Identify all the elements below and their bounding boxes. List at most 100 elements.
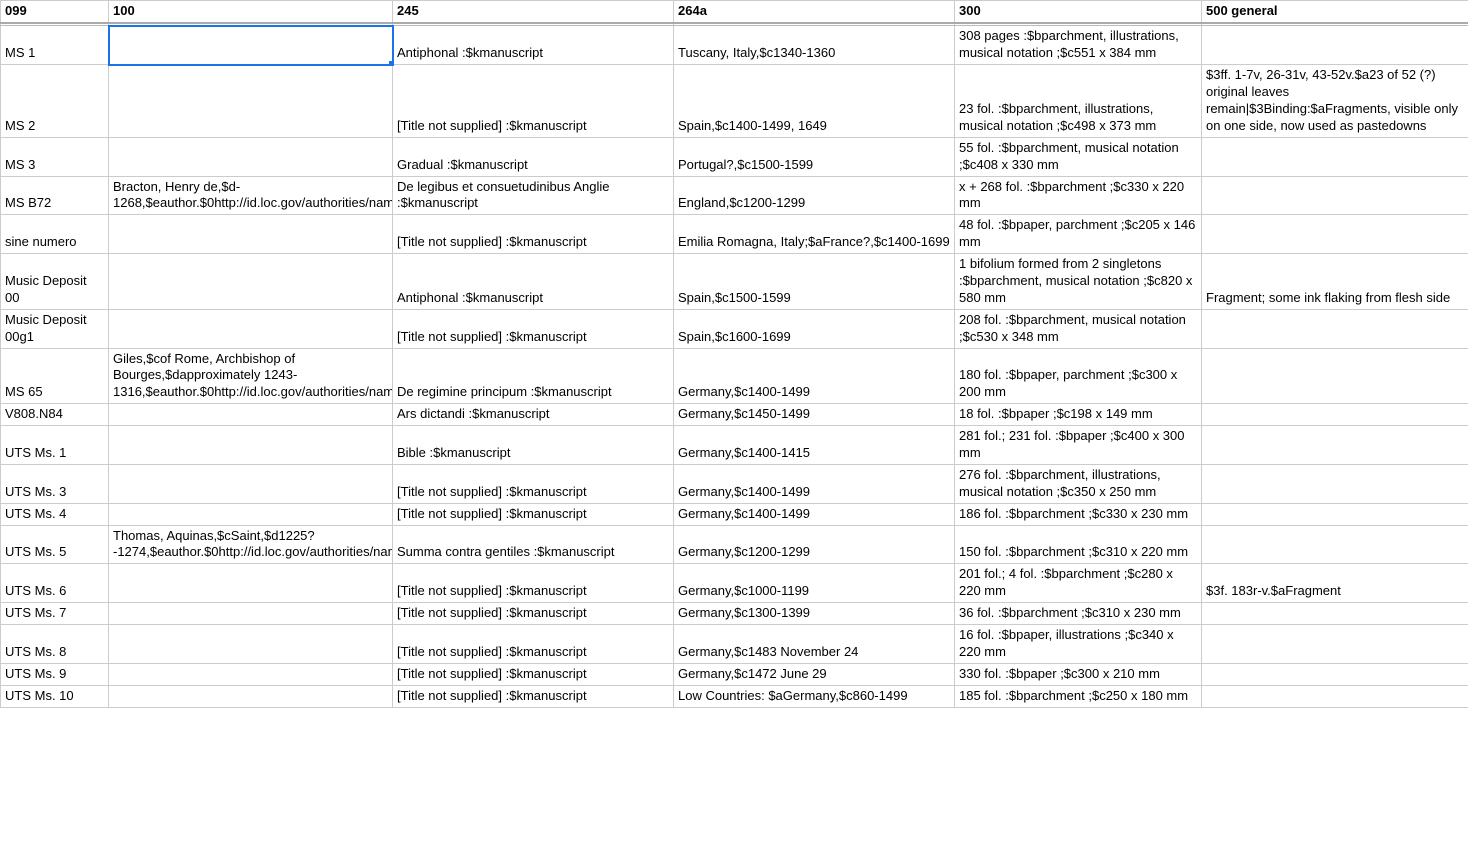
cell[interactable]: Germany,$c1300-1399 <box>674 603 955 625</box>
cell[interactable] <box>1202 215 1468 254</box>
col-header-264a[interactable]: 264a <box>674 1 955 23</box>
cell[interactable]: V808.N84 <box>1 404 109 426</box>
cell[interactable]: UTS Ms. 4 <box>1 503 109 525</box>
cell[interactable]: UTS Ms. 9 <box>1 663 109 685</box>
cell[interactable]: MS 2 <box>1 65 109 138</box>
cell[interactable] <box>1202 404 1468 426</box>
cell[interactable]: Summa contra gentiles :$kmanuscript <box>393 525 674 564</box>
cell[interactable]: $3f. 183r-v.$aFragment <box>1202 564 1468 603</box>
cell[interactable]: Spain,$c1400-1499, 1649 <box>674 65 955 138</box>
spreadsheet-viewport[interactable]: 099 100 245 264a 300 500 general MS 1 Ant… <box>0 0 1468 853</box>
cell[interactable] <box>1202 625 1468 664</box>
col-header-245[interactable]: 245 <box>393 1 674 23</box>
cell[interactable] <box>1202 309 1468 348</box>
cell[interactable]: Germany,$c1200-1299 <box>674 525 955 564</box>
cell[interactable] <box>1202 464 1468 503</box>
cell[interactable]: MS 65 <box>1 348 109 404</box>
cell[interactable]: Music Deposit 00 <box>1 254 109 310</box>
cell[interactable]: Giles,$cof Rome, Archbishop of Bourges,$… <box>109 348 393 404</box>
cell[interactable]: [Title not supplied] :$kmanuscript <box>393 309 674 348</box>
cell[interactable]: De legibus et consuetudinibus Anglie :$k… <box>393 176 674 215</box>
cell[interactable]: 276 fol. :$bparchment, illustrations, mu… <box>955 464 1202 503</box>
cell[interactable]: Spain,$c1600-1699 <box>674 309 955 348</box>
cell[interactable] <box>109 663 393 685</box>
cell[interactable]: England,$c1200-1299 <box>674 176 955 215</box>
cell[interactable] <box>109 625 393 664</box>
cell[interactable]: Antiphonal :$kmanuscript <box>393 26 674 65</box>
cell[interactable]: 1 bifolium formed from 2 singletons :$bp… <box>955 254 1202 310</box>
cell[interactable]: Germany,$c1400-1499 <box>674 464 955 503</box>
cell[interactable]: Tuscany, Italy,$c1340-1360 <box>674 26 955 65</box>
cell[interactable]: $3ff. 1-7v, 26-31v, 43-52v.$a23 of 52 (?… <box>1202 65 1468 138</box>
cell[interactable]: sine numero <box>1 215 109 254</box>
cell[interactable]: 201 fol.; 4 fol. :$bparchment ;$c280 x 2… <box>955 564 1202 603</box>
cell[interactable]: Ars dictandi :$kmanuscript <box>393 404 674 426</box>
cell[interactable]: UTS Ms. 8 <box>1 625 109 664</box>
cell[interactable] <box>1202 348 1468 404</box>
cell[interactable]: 48 fol. :$bpaper, parchment ;$c205 x 146… <box>955 215 1202 254</box>
cell[interactable]: Bible :$kmanuscript <box>393 426 674 465</box>
cell[interactable] <box>109 309 393 348</box>
cell[interactable] <box>109 464 393 503</box>
cell[interactable]: 185 fol. :$bparchment ;$c250 x 180 mm <box>955 685 1202 707</box>
cell[interactable]: [Title not supplied] :$kmanuscript <box>393 564 674 603</box>
cell[interactable]: [Title not supplied] :$kmanuscript <box>393 603 674 625</box>
cell[interactable] <box>109 65 393 138</box>
cell[interactable]: 23 fol. :$bparchment, illustrations, mus… <box>955 65 1202 138</box>
cell[interactable] <box>1202 26 1468 65</box>
cell[interactable] <box>109 254 393 310</box>
cell[interactable]: 308 pages :$bparchment, illustrations, m… <box>955 26 1202 65</box>
cell[interactable]: [Title not supplied] :$kmanuscript <box>393 464 674 503</box>
cell[interactable] <box>109 26 393 65</box>
cell[interactable]: De regimine principum :$kmanuscript <box>393 348 674 404</box>
cell[interactable] <box>1202 603 1468 625</box>
cell[interactable]: x + 268 fol. :$bparchment ;$c330 x 220 m… <box>955 176 1202 215</box>
cell[interactable]: [Title not supplied] :$kmanuscript <box>393 663 674 685</box>
cell[interactable]: Germany,$c1000-1199 <box>674 564 955 603</box>
cell[interactable]: UTS Ms. 5 <box>1 525 109 564</box>
cell[interactable] <box>1202 137 1468 176</box>
cell[interactable]: Germany,$c1400-1415 <box>674 426 955 465</box>
cell[interactable]: Germany,$c1472 June 29 <box>674 663 955 685</box>
cell[interactable]: UTS Ms. 10 <box>1 685 109 707</box>
cell[interactable]: 186 fol. :$bparchment ;$c330 x 230 mm <box>955 503 1202 525</box>
col-header-500[interactable]: 500 general <box>1202 1 1468 23</box>
cell[interactable]: 36 fol. :$bparchment ;$c310 x 230 mm <box>955 603 1202 625</box>
cell[interactable]: Portugal?,$c1500-1599 <box>674 137 955 176</box>
cell[interactable]: 330 fol. :$bpaper ;$c300 x 210 mm <box>955 663 1202 685</box>
cell[interactable]: UTS Ms. 7 <box>1 603 109 625</box>
cell[interactable] <box>1202 176 1468 215</box>
col-header-300[interactable]: 300 <box>955 1 1202 23</box>
cell[interactable]: Music Deposit 00g1 <box>1 309 109 348</box>
cell[interactable]: UTS Ms. 6 <box>1 564 109 603</box>
cell[interactable]: Fragment; some ink flaking from flesh si… <box>1202 254 1468 310</box>
cell[interactable]: Germany,$c1400-1499 <box>674 503 955 525</box>
cell[interactable]: Low Countries: $aGermany,$c860-1499 <box>674 685 955 707</box>
cell[interactable]: [Title not supplied] :$kmanuscript <box>393 65 674 138</box>
cell[interactable]: Antiphonal :$kmanuscript <box>393 254 674 310</box>
cell[interactable]: [Title not supplied] :$kmanuscript <box>393 215 674 254</box>
col-header-100[interactable]: 100 <box>109 1 393 23</box>
cell[interactable] <box>109 603 393 625</box>
col-header-099[interactable]: 099 <box>1 1 109 23</box>
cell[interactable]: 150 fol. :$bparchment ;$c310 x 220 mm <box>955 525 1202 564</box>
cell[interactable]: Bracton, Henry de,$d-1268,$eauthor.$0htt… <box>109 176 393 215</box>
cell[interactable]: Thomas, Aquinas,$cSaint,$d1225?-1274,$ea… <box>109 525 393 564</box>
cell[interactable] <box>1202 685 1468 707</box>
cell[interactable]: Germany,$c1483 November 24 <box>674 625 955 664</box>
cell[interactable] <box>109 564 393 603</box>
cell[interactable]: MS 1 <box>1 26 109 65</box>
cell[interactable]: Emilia Romagna, Italy;$aFrance?,$c1400-1… <box>674 215 955 254</box>
cell[interactable]: 281 fol.; 231 fol. :$bpaper ;$c400 x 300… <box>955 426 1202 465</box>
cell[interactable]: [Title not supplied] :$kmanuscript <box>393 503 674 525</box>
cell[interactable]: UTS Ms. 1 <box>1 426 109 465</box>
cell[interactable]: Gradual :$kmanuscript <box>393 137 674 176</box>
cell[interactable]: 180 fol. :$bpaper, parchment ;$c300 x 20… <box>955 348 1202 404</box>
cell[interactable]: 18 fol. :$bpaper ;$c198 x 149 mm <box>955 404 1202 426</box>
cell[interactable] <box>109 215 393 254</box>
cell[interactable]: UTS Ms. 3 <box>1 464 109 503</box>
cell[interactable]: 16 fol. :$bpaper, illustrations ;$c340 x… <box>955 625 1202 664</box>
cell[interactable] <box>1202 426 1468 465</box>
cell[interactable] <box>1202 503 1468 525</box>
cell[interactable] <box>1202 663 1468 685</box>
